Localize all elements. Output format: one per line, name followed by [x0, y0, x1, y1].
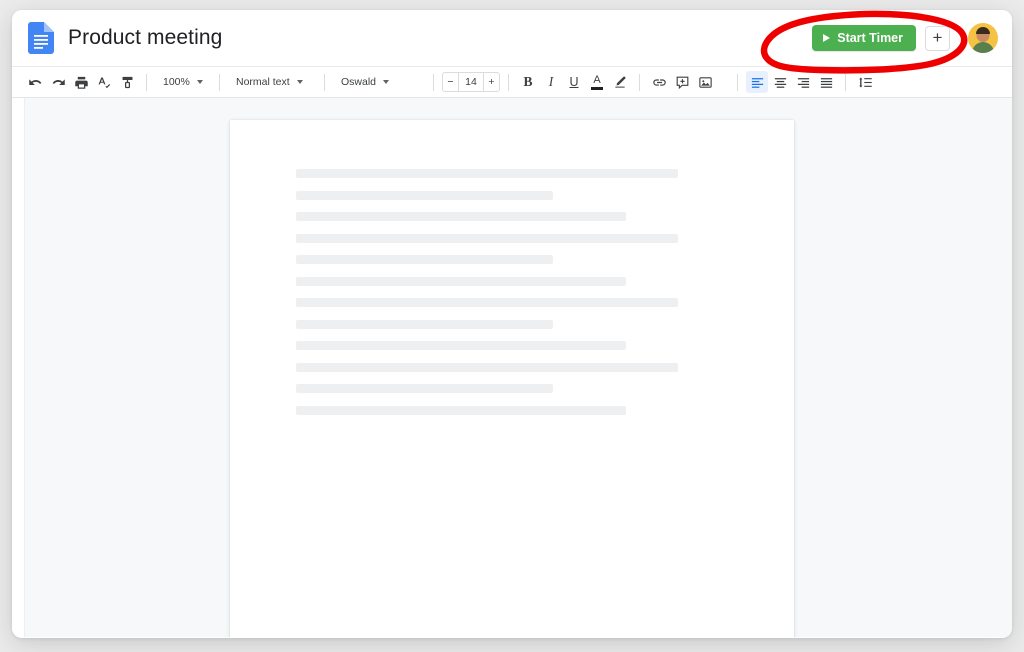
app-window: Product meeting Start Timer + 100% Norma…: [12, 10, 1012, 638]
document-placeholder-line: [296, 212, 626, 221]
text-color-letter: A: [593, 73, 601, 86]
line-spacing-icon: [858, 77, 872, 87]
line-spacing-button[interactable]: [854, 71, 876, 93]
zoom-value: 100%: [163, 76, 190, 88]
highlight-color-button[interactable]: [609, 71, 631, 93]
font-size-increase-button[interactable]: +: [483, 72, 500, 92]
spellcheck-button[interactable]: [93, 71, 115, 93]
underline-label: U: [569, 74, 579, 89]
text-color-button[interactable]: A: [586, 71, 608, 93]
font-size-decrease-button[interactable]: −: [442, 72, 459, 92]
document-placeholder-line: [296, 169, 678, 178]
document-placeholder-line: [296, 255, 553, 264]
image-icon: [698, 76, 712, 88]
undo-icon: [28, 78, 41, 85]
document-placeholder-line: [296, 319, 553, 329]
font-family-select[interactable]: Oswald: [333, 71, 425, 93]
chevron-down-icon: [296, 80, 303, 84]
avatar-body: [972, 42, 994, 53]
align-justify-icon: [820, 77, 832, 88]
paragraph-style-select[interactable]: Normal text: [228, 71, 316, 93]
toolbar-divider: [324, 73, 325, 91]
align-center-button[interactable]: [769, 71, 791, 93]
font-size-input[interactable]: 14: [459, 72, 483, 92]
font-size-stepper: − 14 +: [442, 72, 500, 92]
align-right-icon: [797, 77, 809, 88]
canvas-left-rail: [12, 98, 25, 637]
paint-format-button[interactable]: [116, 71, 138, 93]
underline-button[interactable]: U: [563, 71, 585, 93]
document-placeholder-line: [296, 384, 553, 393]
insert-link-button[interactable]: [648, 71, 670, 93]
document-placeholder-line: [296, 341, 626, 350]
document-placeholder-line: [296, 276, 626, 286]
start-timer-label: Start Timer: [837, 31, 903, 45]
toolbar-divider: [845, 73, 846, 91]
toolbar-divider: [508, 73, 509, 91]
italic-label: I: [548, 74, 554, 90]
add-comment-button[interactable]: [671, 71, 693, 93]
document-canvas[interactable]: [12, 98, 1012, 637]
print-button[interactable]: [70, 71, 92, 93]
align-left-button[interactable]: [746, 71, 768, 93]
document-placeholder-line: [296, 190, 553, 200]
formatting-toolbar: 100% Normal text Oswald − 14 + B I U A: [12, 66, 1012, 98]
text-color-swatch: [591, 86, 603, 90]
document-body-placeholder: [296, 169, 728, 427]
document-placeholder-line: [296, 362, 678, 372]
document-placeholder-line: [296, 233, 678, 243]
paragraph-style-value: Normal text: [236, 76, 290, 88]
chevron-down-icon: [383, 80, 390, 84]
bold-label: B: [523, 74, 533, 90]
document-placeholder-line: [296, 405, 626, 415]
document-placeholder-line: [296, 298, 678, 307]
avatar-hair: [976, 27, 990, 34]
comment-plus-icon: [676, 76, 688, 89]
header-actions: Start Timer +: [812, 23, 998, 53]
chevron-down-icon: [196, 80, 203, 84]
toolbar-divider: [146, 73, 147, 91]
printer-icon: [74, 76, 88, 89]
text-color-icon: A: [591, 73, 603, 90]
italic-button[interactable]: I: [540, 71, 562, 93]
zoom-select[interactable]: 100%: [155, 71, 211, 93]
plus-icon: +: [932, 27, 943, 47]
font-family-value: Oswald: [341, 76, 377, 88]
align-left-icon: [751, 77, 763, 88]
start-timer-button[interactable]: Start Timer: [812, 25, 916, 51]
align-center-icon: [774, 77, 786, 88]
spellcheck-icon: [98, 77, 110, 88]
toolbar-divider: [737, 73, 738, 91]
toolbar-divider: [433, 73, 434, 91]
align-justify-button[interactable]: [815, 71, 837, 93]
avatar[interactable]: [968, 23, 998, 53]
redo-button[interactable]: [47, 71, 69, 93]
bold-button[interactable]: B: [517, 71, 539, 93]
app-header: Product meeting Start Timer +: [12, 10, 1012, 66]
paint-roller-icon: [122, 76, 132, 88]
insert-image-button[interactable]: [694, 71, 716, 93]
align-right-button[interactable]: [792, 71, 814, 93]
toolbar-divider: [219, 73, 220, 91]
marker-pen-icon: [615, 76, 626, 88]
redo-icon: [52, 78, 65, 85]
insert-image-dropdown[interactable]: [717, 71, 729, 93]
link-icon: [652, 78, 666, 86]
undo-button[interactable]: [24, 71, 46, 93]
toolbar-divider: [639, 73, 640, 91]
document-title[interactable]: Product meeting: [68, 26, 222, 50]
document-page[interactable]: [230, 120, 794, 637]
add-button[interactable]: +: [925, 25, 950, 51]
google-docs-file-icon: [28, 22, 54, 54]
play-icon: [823, 34, 831, 42]
